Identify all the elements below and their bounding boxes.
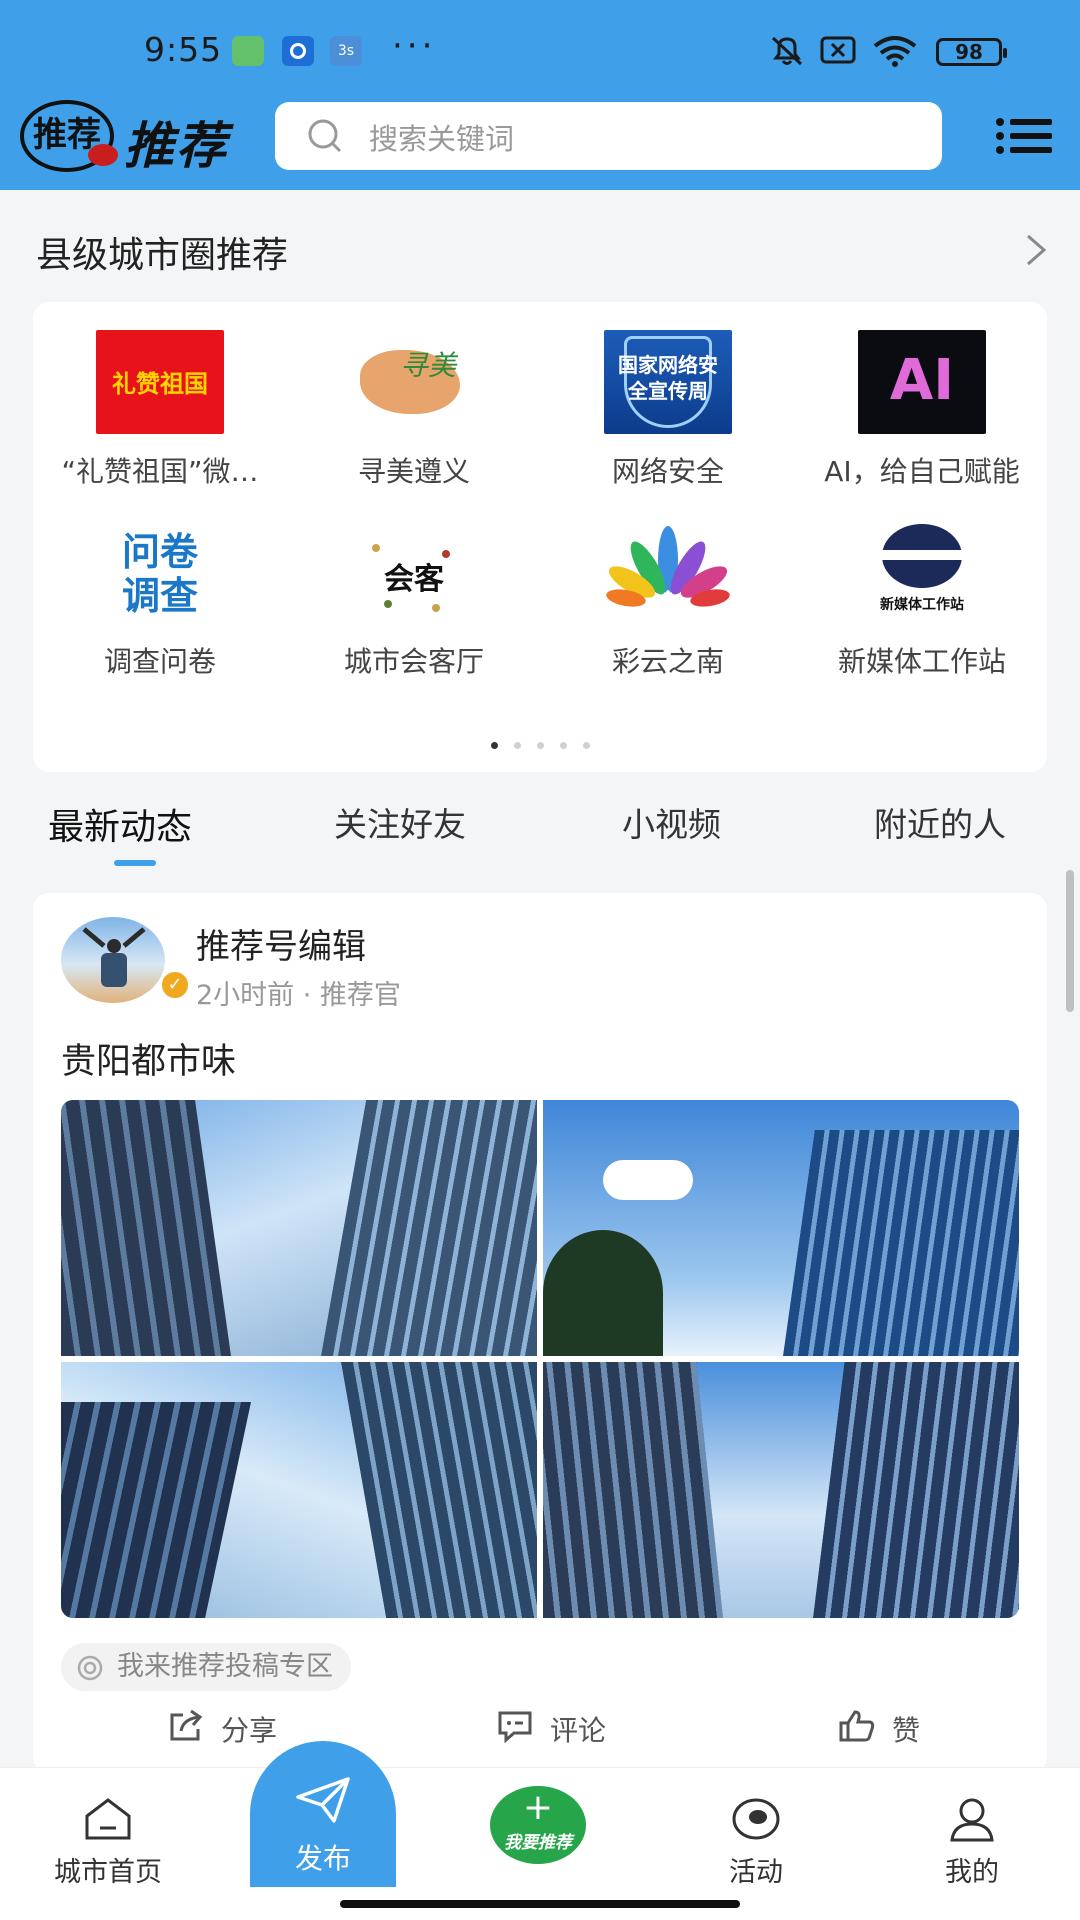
tab-latest[interactable]: 最新动态 — [48, 798, 192, 850]
pager-dot[interactable] — [513, 742, 521, 749]
post-title[interactable]: 贵阳都市味 — [61, 1033, 236, 1084]
circle-item[interactable]: 问卷调查 调查问卷 — [33, 492, 287, 682]
share-icon — [170, 1709, 203, 1741]
menu-icon[interactable] — [996, 118, 1052, 154]
tab-short-video[interactable]: 小视频 — [622, 798, 721, 846]
nav-mine-label: 我的 — [945, 1857, 999, 1888]
nav-activity-label: 活动 — [729, 1857, 783, 1888]
plus-icon: + — [522, 1787, 554, 1828]
eye-icon — [77, 1655, 103, 1681]
nav-home-label: 城市首页 — [54, 1857, 162, 1888]
circle-item-label: 城市会客厅 — [343, 645, 484, 678]
topic-tag[interactable]: 我来推荐投稿专区 — [61, 1643, 351, 1691]
comment-label: 评论 — [550, 1714, 607, 1747]
feed-post[interactable]: ✓ 推荐号编辑 2小时前 · 推荐官 贵阳都市味 我来推荐投稿专区 分享 评论 … — [33, 893, 1047, 1773]
circle-item-label: AI，给自己赋能 — [824, 455, 1020, 488]
circle-thumb-security: 国家网络安全宣传周 — [604, 330, 732, 434]
paper-plane-icon — [296, 1777, 350, 1823]
post-photo[interactable] — [543, 1100, 1019, 1356]
carousel-pager — [33, 734, 1047, 753]
user-icon — [950, 1798, 994, 1842]
circle-item[interactable]: 彩云之南 — [541, 492, 795, 682]
app-logo[interactable]: 推荐 推荐 — [20, 98, 230, 175]
no-sim-icon — [820, 36, 856, 64]
post-photo[interactable] — [61, 1100, 537, 1356]
nav-mine[interactable]: 我的 — [897, 1796, 1047, 1889]
thumbs-up-icon — [839, 1710, 875, 1742]
publish-button[interactable]: 发布 — [250, 1741, 396, 1887]
more-notifications-icon: ··· — [392, 26, 437, 66]
recommend-button[interactable]: + 我要推荐 — [490, 1786, 586, 1864]
circle-item-label: “礼赞祖国”微… — [61, 455, 259, 488]
comment-icon — [498, 1711, 532, 1743]
post-photo[interactable] — [61, 1362, 537, 1618]
peacock-logo-icon — [604, 520, 732, 624]
photo-grid — [61, 1100, 1019, 1618]
wifi-icon — [873, 36, 917, 67]
logo-text: 推荐 — [124, 116, 228, 175]
pager-dot[interactable] — [582, 742, 590, 749]
battery-indicator: 98 — [936, 38, 1007, 66]
circle-card: 礼赞祖国 “礼赞祖国”微… 寻美 寻美遵义 国家网络安全宣传周 网络安全 AI … — [33, 302, 1047, 772]
home-icon — [85, 1798, 131, 1840]
circle-grid: 礼赞祖国 “礼赞祖国”微… 寻美 寻美遵义 国家网络安全宣传周 网络安全 AI … — [33, 302, 1047, 702]
circle-item-label: 网络安全 — [611, 455, 724, 488]
pager-dot[interactable] — [490, 742, 498, 749]
pager-dot[interactable] — [559, 742, 567, 749]
chat-app-icon — [282, 36, 314, 66]
app-header: 9:55 3s ··· 98 推荐 推荐 搜索关键词 — [0, 0, 1080, 190]
post-meta: 2小时前 · 推荐官 — [196, 980, 401, 1011]
active-tab-indicator — [114, 860, 156, 866]
circle-item-label: 寻美遵义 — [357, 455, 470, 488]
circle-thumb-zanguo: 礼赞祖国 — [96, 330, 224, 434]
status-time: 9:55 — [144, 30, 223, 69]
search-icon — [308, 119, 342, 153]
circle-item[interactable]: 寻美 寻美遵义 — [287, 302, 541, 492]
circle-thumb-zunyi: 寻美 — [350, 330, 478, 434]
feed-tabs: 最新动态 关注好友 小视频 附近的人 — [0, 790, 1080, 880]
tab-nearby[interactable]: 附近的人 — [874, 798, 1006, 846]
circle-thumb-parlor: 会客 — [350, 520, 478, 624]
pager-dot[interactable] — [536, 742, 544, 749]
android-app-icon — [232, 36, 264, 66]
chevron-right-icon[interactable] — [1024, 232, 1048, 268]
circle-thumb-survey: 问卷调查 — [96, 520, 224, 624]
share-label: 分享 — [221, 1714, 278, 1747]
avatar[interactable] — [61, 917, 165, 1003]
circle-item-label: 新媒体工作站 — [837, 645, 1006, 678]
recommend-label: 我要推荐 — [504, 1833, 572, 1853]
publish-label: 发布 — [294, 1842, 351, 1875]
scrollbar[interactable] — [1066, 870, 1074, 1012]
circle-item[interactable]: 会客 城市会客厅 — [287, 492, 541, 682]
search-input[interactable]: 搜索关键词 — [369, 116, 514, 158]
logo-mark: 推荐 — [20, 100, 118, 172]
circle-thumb-ai: AI — [858, 330, 986, 434]
home-indicator[interactable] — [340, 1900, 740, 1908]
circle-item[interactable]: AI AI，给自己赋能 — [795, 302, 1049, 492]
activity-icon — [732, 1798, 780, 1840]
topic-tag-label: 我来推荐投稿专区 — [117, 1651, 333, 1682]
status-bar: 9:55 3s ··· 98 — [0, 0, 1080, 100]
nav-home[interactable]: 城市首页 — [33, 1796, 183, 1889]
circle-item[interactable]: 新媒体工作站 新媒体工作站 — [795, 492, 1049, 682]
timer-app-icon: 3s — [330, 36, 362, 66]
like-label: 赞 — [892, 1714, 921, 1747]
section-title: 县级城市圈推荐 — [36, 235, 289, 276]
post-author[interactable]: 推荐号编辑 — [196, 919, 366, 968]
post-photo[interactable] — [543, 1362, 1019, 1618]
nav-activity[interactable]: 活动 — [681, 1796, 831, 1889]
circle-item[interactable]: 礼赞祖国 “礼赞祖国”微… — [33, 302, 287, 492]
mute-icon — [771, 36, 803, 66]
circle-item-label: 调查问卷 — [103, 645, 216, 678]
circle-thumb-newmedia: 新媒体工作站 — [858, 520, 986, 624]
tab-friends[interactable]: 关注好友 — [334, 798, 466, 846]
circle-item[interactable]: 国家网络安全宣传周 网络安全 — [541, 302, 795, 492]
circle-item-label: 彩云之南 — [611, 645, 724, 678]
search-bar[interactable]: 搜索关键词 — [275, 102, 942, 170]
verified-badge-icon: ✓ — [159, 969, 191, 1001]
